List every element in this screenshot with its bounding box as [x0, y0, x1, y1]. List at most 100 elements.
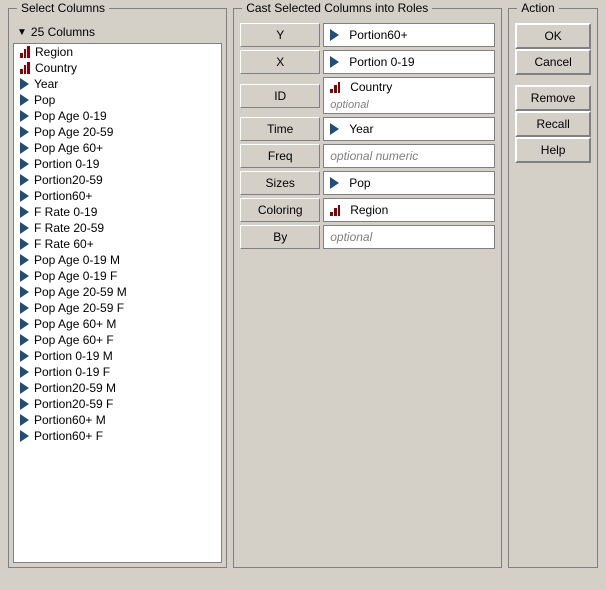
list-item[interactable]: Pop Age 0-19 F: [14, 268, 221, 284]
role-button-by[interactable]: By: [240, 225, 320, 249]
dropdown-arrow-icon[interactable]: ▼: [17, 27, 27, 38]
column-name: Pop Age 0-19 F: [34, 269, 117, 283]
column-name: Region: [35, 45, 73, 59]
list-item[interactable]: Country: [14, 60, 221, 76]
column-name: Portion20-59: [34, 173, 103, 187]
column-name: Portion 0-19: [34, 157, 99, 171]
action-spacer: [515, 75, 591, 85]
list-item[interactable]: Portion 0-19 M: [14, 348, 221, 364]
select-columns-legend: Select Columns: [17, 1, 109, 15]
list-item[interactable]: Pop Age 60+: [14, 140, 221, 156]
triangle-icon: [20, 318, 29, 330]
column-name: Portion60+: [34, 189, 92, 203]
triangle-icon: [20, 350, 29, 362]
role-button-sizes[interactable]: Sizes: [240, 171, 320, 195]
triangle-icon: [330, 56, 339, 68]
roles-legend: Cast Selected Columns into Roles: [242, 1, 432, 15]
triangle-icon: [330, 123, 339, 135]
remove-button[interactable]: Remove: [515, 85, 591, 111]
role-placeholder-text: optional numeric: [330, 149, 418, 163]
triangle-icon: [20, 94, 29, 106]
role-button-y[interactable]: Y: [240, 23, 320, 47]
list-item[interactable]: Portion 0-19: [14, 156, 221, 172]
column-name: Pop Age 0-19 M: [34, 253, 120, 267]
triangle-icon: [20, 414, 29, 426]
column-name: Pop Age 60+ F: [34, 333, 114, 347]
role-value-text: Country: [350, 80, 392, 94]
triangle-icon: [20, 158, 29, 170]
triangle-icon: [20, 366, 29, 378]
triangle-icon: [20, 382, 29, 394]
list-item[interactable]: Pop Age 20-59 F: [14, 300, 221, 316]
action-panel: Action OKCancelRemoveRecallHelp: [508, 8, 598, 568]
role-button-freq[interactable]: Freq: [240, 144, 320, 168]
select-columns-panel: Select Columns ▼ 25 Columns RegionCountr…: [8, 8, 227, 568]
list-item[interactable]: Pop: [14, 92, 221, 108]
column-name: Pop Age 0-19: [34, 109, 107, 123]
ok-button[interactable]: OK: [515, 23, 591, 49]
triangle-icon: [20, 398, 29, 410]
roles-panel: Cast Selected Columns into Roles YPortio…: [233, 8, 502, 568]
triangle-icon: [20, 334, 29, 346]
triangle-icon: [330, 29, 339, 41]
list-item[interactable]: Year: [14, 76, 221, 92]
column-name: Portion 0-19 M: [34, 349, 113, 363]
role-value-text: Portion60+: [349, 28, 407, 42]
bar-chart-icon: [330, 81, 340, 93]
list-item[interactable]: Pop Age 20-59 M: [14, 284, 221, 300]
triangle-icon: [20, 110, 29, 122]
role-button-coloring[interactable]: Coloring: [240, 198, 320, 222]
list-item[interactable]: Portion60+: [14, 188, 221, 204]
list-item[interactable]: Portion 0-19 F: [14, 364, 221, 380]
role-value-text: Region: [350, 203, 388, 217]
role-optional-label: optional: [330, 99, 369, 111]
triangle-icon: [20, 430, 29, 442]
action-buttons-container: OKCancel RemoveRecallHelp: [515, 23, 591, 163]
list-item[interactable]: F Rate 20-59: [14, 220, 221, 236]
triangle-icon: [20, 206, 29, 218]
list-item[interactable]: Region: [14, 44, 221, 60]
recall-button[interactable]: Recall: [515, 111, 591, 137]
bar-chart-icon: [20, 62, 30, 74]
triangle-icon: [20, 126, 29, 138]
list-item[interactable]: Portion60+ F: [14, 428, 221, 444]
role-button-id[interactable]: ID: [240, 84, 320, 108]
list-item[interactable]: Portion20-59: [14, 172, 221, 188]
help-button[interactable]: Help: [515, 137, 591, 163]
role-value-x: Portion 0-19: [323, 50, 495, 74]
list-item[interactable]: Pop Age 0-19: [14, 108, 221, 124]
list-item[interactable]: F Rate 0-19: [14, 204, 221, 220]
column-name: F Rate 60+: [34, 237, 94, 251]
columns-count-label: 25 Columns: [31, 25, 95, 39]
list-item[interactable]: Portion20-59 M: [14, 380, 221, 396]
column-name: Portion20-59 F: [34, 397, 113, 411]
list-item[interactable]: Pop Age 60+ F: [14, 332, 221, 348]
columns-list: RegionCountryYearPopPop Age 0-19Pop Age …: [13, 43, 222, 563]
cancel-button[interactable]: Cancel: [515, 49, 591, 75]
column-name: Country: [35, 61, 77, 75]
list-item[interactable]: Pop Age 20-59: [14, 124, 221, 140]
role-value-coloring: Region: [323, 198, 495, 222]
role-button-time[interactable]: Time: [240, 117, 320, 141]
triangle-icon: [20, 254, 29, 266]
list-item[interactable]: Pop Age 0-19 M: [14, 252, 221, 268]
column-name: Portion60+ M: [34, 413, 106, 427]
list-item[interactable]: Pop Age 60+ M: [14, 316, 221, 332]
role-value-by: optional: [323, 225, 495, 249]
triangle-icon: [20, 142, 29, 154]
column-name: Pop: [34, 93, 55, 107]
column-name: Year: [34, 77, 58, 91]
triangle-icon: [20, 302, 29, 314]
column-name: F Rate 0-19: [34, 205, 97, 219]
role-value-y: Portion60+: [323, 23, 495, 47]
column-name: Portion 0-19 F: [34, 365, 110, 379]
action-legend: Action: [517, 1, 558, 15]
column-name: Pop Age 60+ M: [34, 317, 116, 331]
list-item[interactable]: F Rate 60+: [14, 236, 221, 252]
triangle-icon: [20, 222, 29, 234]
role-value-id: Country optional: [323, 77, 495, 114]
role-value-text: Portion 0-19: [349, 55, 414, 69]
list-item[interactable]: Portion60+ M: [14, 412, 221, 428]
list-item[interactable]: Portion20-59 F: [14, 396, 221, 412]
role-button-x[interactable]: X: [240, 50, 320, 74]
